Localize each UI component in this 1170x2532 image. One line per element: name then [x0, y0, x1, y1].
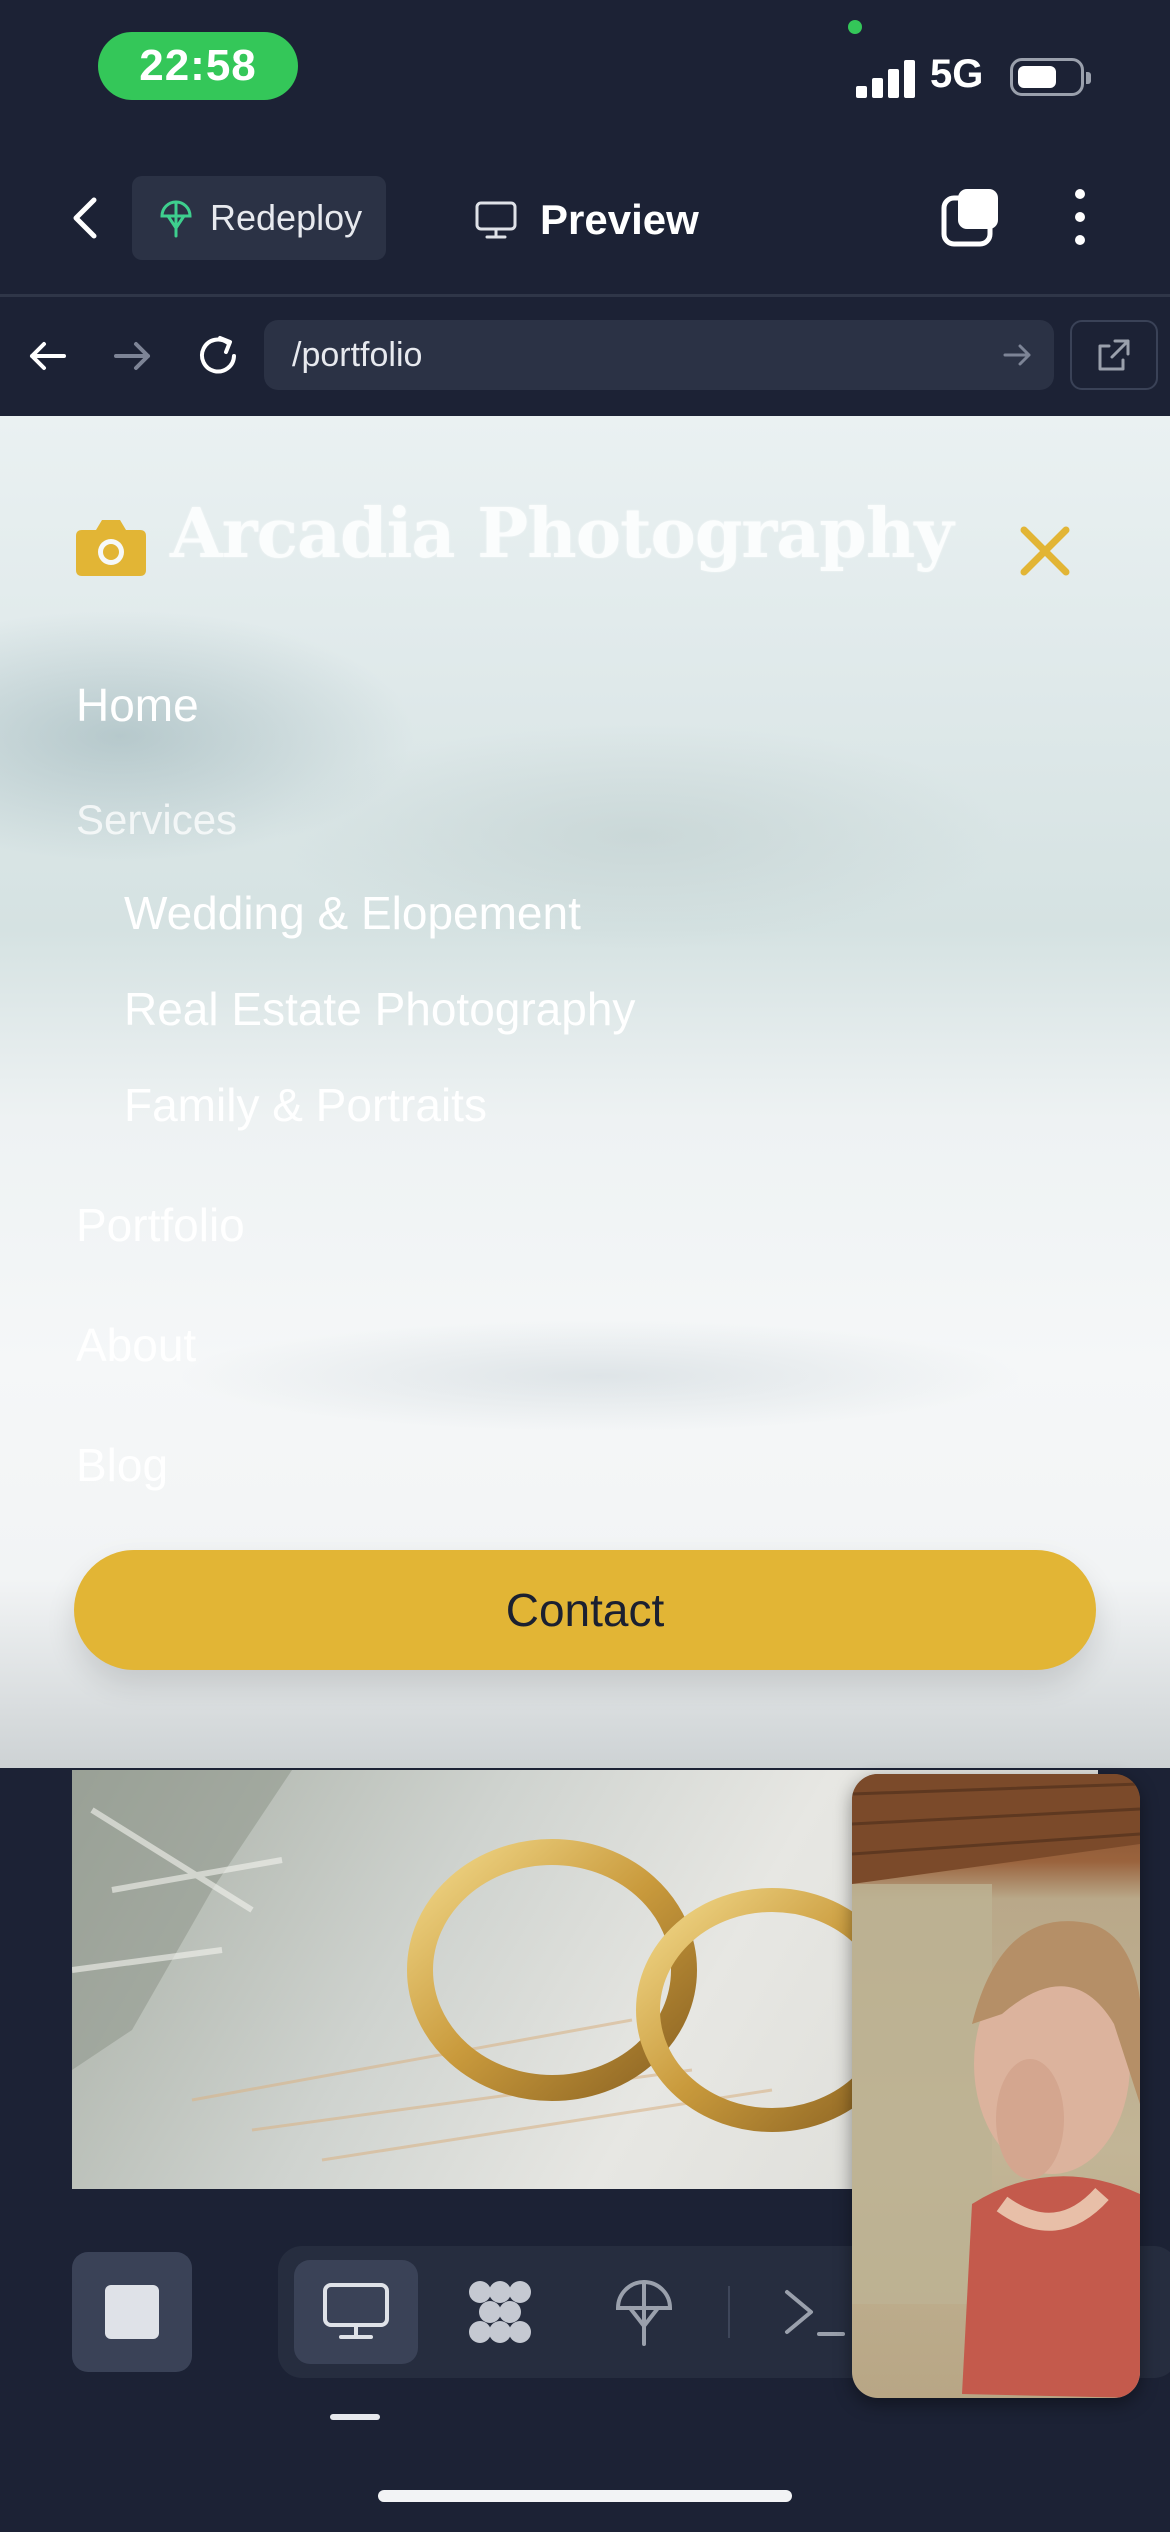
close-icon	[1020, 526, 1070, 576]
open-external-button[interactable]	[1070, 320, 1158, 390]
close-menu-button[interactable]	[1010, 516, 1080, 586]
arrow-left-icon	[30, 342, 66, 370]
site-brand[interactable]: Arcadia Photography	[170, 494, 954, 574]
browser-back-button[interactable]	[20, 328, 76, 384]
menu-item-services[interactable]: Services	[76, 796, 237, 844]
url-input[interactable]: /portfolio	[264, 320, 1054, 390]
stop-button[interactable]	[72, 2252, 192, 2372]
chevron-left-icon	[73, 197, 97, 239]
tool-extensions[interactable]	[438, 2260, 562, 2364]
redeploy-button[interactable]: Redeploy	[132, 176, 386, 260]
url-text: /portfolio	[292, 335, 423, 374]
reload-button[interactable]	[190, 328, 246, 384]
menu-item-portfolio[interactable]: Portfolio	[76, 1198, 245, 1252]
monitor-icon	[323, 2283, 389, 2339]
go-arrow-icon[interactable]	[1000, 338, 1034, 372]
stop-icon	[105, 2285, 159, 2339]
camera-indicator-icon	[848, 20, 862, 34]
browser-forward-button[interactable]	[104, 328, 160, 384]
deploy-icon	[160, 200, 192, 238]
toolbar-divider	[0, 294, 1170, 297]
preview-button[interactable]: Preview	[474, 180, 699, 260]
browser-nav-bar: /portfolio	[0, 298, 1170, 416]
tool-webview[interactable]	[294, 2260, 418, 2364]
back-button[interactable]	[58, 188, 114, 248]
arrow-right-icon	[114, 342, 150, 370]
menu-item-real-estate[interactable]: Real Estate Photography	[124, 982, 635, 1036]
menu-item-home[interactable]: Home	[76, 678, 199, 732]
menu-item-blog[interactable]: Blog	[76, 1438, 168, 1492]
active-tab-indicator	[330, 2414, 380, 2420]
extensions-icon	[469, 2281, 531, 2343]
vertical-dots-icon	[1075, 189, 1085, 245]
menu-item-family[interactable]: Family & Portraits	[124, 1078, 487, 1132]
app-toolbar: Redeploy Preview	[0, 150, 1170, 290]
terminal-icon	[785, 2290, 845, 2336]
tabs-button[interactable]	[940, 186, 1002, 248]
preview-label: Preview	[540, 196, 699, 243]
menu-item-about[interactable]: About	[76, 1318, 196, 1372]
status-time: 22:58	[98, 32, 298, 100]
battery-icon	[1010, 58, 1091, 96]
reload-icon	[200, 336, 236, 374]
redeploy-label: Redeploy	[210, 197, 363, 238]
home-indicator[interactable]	[378, 2490, 792, 2502]
tool-separator	[728, 2286, 730, 2338]
menu-item-wedding[interactable]: Wedding & Elopement	[124, 886, 581, 940]
contact-button[interactable]: Contact	[74, 1550, 1096, 1670]
camera-logo-icon	[76, 520, 146, 576]
tabs-icon	[941, 189, 998, 247]
status-bar: 22:58 5G	[0, 0, 1170, 140]
external-link-icon	[1098, 339, 1130, 371]
network-type: 5G	[930, 52, 984, 96]
deploy-icon	[615, 2280, 673, 2346]
more-options-button[interactable]	[1060, 186, 1100, 248]
cellular-signal-icon	[856, 58, 916, 98]
picture-in-picture-video[interactable]	[852, 1774, 1140, 2398]
monitor-icon	[475, 201, 517, 239]
mobile-nav-menu: Arcadia Photography Home Services Weddin…	[0, 416, 1170, 1768]
tool-deployments[interactable]	[582, 2260, 706, 2364]
